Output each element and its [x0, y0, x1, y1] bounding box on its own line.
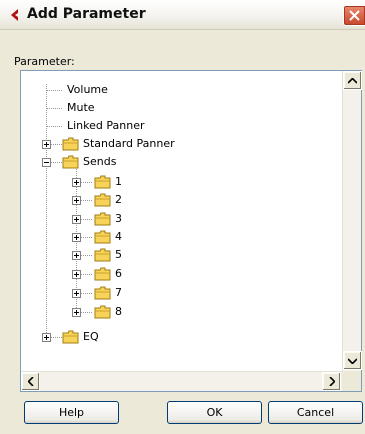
- tree-item-send-2[interactable]: 2: [21, 191, 342, 209]
- tree-item-linked-panner[interactable]: Linked Panner: [21, 117, 342, 135]
- arrow-right-icon: [329, 377, 335, 386]
- tree-item-volume[interactable]: Volume: [21, 81, 342, 99]
- tree-item-label: 4: [115, 230, 122, 243]
- folder-icon: [62, 330, 79, 344]
- tree-item-label: 6: [115, 267, 122, 280]
- folder-icon: [94, 193, 111, 207]
- tree-item-send-5[interactable]: 5: [21, 246, 342, 264]
- tree-item-label: Linked Panner: [67, 119, 145, 132]
- tree-item-label: 7: [115, 286, 122, 299]
- tree-item-label: 3: [115, 212, 122, 225]
- tree-item-label: Volume: [67, 83, 108, 96]
- tree-item-send-1[interactable]: 1: [21, 173, 342, 191]
- tree-item-send-8[interactable]: 8: [21, 303, 342, 321]
- scroll-up-button[interactable]: [343, 71, 362, 90]
- vertical-scrollbar[interactable]: [342, 71, 362, 371]
- folder-icon: [94, 230, 111, 244]
- close-button[interactable]: [343, 5, 365, 26]
- folder-open-icon: [62, 155, 79, 169]
- scroll-down-button[interactable]: [343, 351, 362, 370]
- folder-icon: [94, 248, 111, 262]
- tree-item-label: Mute: [67, 101, 95, 114]
- expand-toggle[interactable]: [72, 233, 81, 242]
- collapse-toggle[interactable]: [42, 158, 51, 167]
- expand-toggle[interactable]: [72, 178, 81, 187]
- folder-icon: [94, 305, 111, 319]
- folder-icon: [94, 175, 111, 189]
- tree-item-eq[interactable]: EQ: [21, 328, 342, 346]
- scrollbar-corner: [342, 371, 361, 391]
- help-button[interactable]: Help: [24, 401, 119, 424]
- tree-item-label: 2: [115, 193, 122, 206]
- app-icon: [11, 9, 18, 21]
- horizontal-scrollbar[interactable]: [21, 371, 342, 391]
- folder-icon: [94, 286, 111, 300]
- tree-item-send-3[interactable]: 3: [21, 210, 342, 228]
- folder-icon: [94, 212, 111, 226]
- expand-toggle[interactable]: [72, 251, 81, 260]
- folder-icon: [94, 267, 111, 281]
- expand-toggle[interactable]: [42, 140, 51, 149]
- scroll-right-button[interactable]: [322, 372, 341, 391]
- tree-item-label: 5: [115, 248, 122, 261]
- expand-toggle[interactable]: [72, 196, 81, 205]
- tree-item-send-4[interactable]: 4: [21, 228, 342, 246]
- tree-item-label: Sends: [83, 155, 117, 168]
- parameter-label: Parameter:: [14, 55, 75, 68]
- scroll-left-button[interactable]: [21, 372, 40, 391]
- expand-toggle[interactable]: [72, 215, 81, 224]
- window-title: Add Parameter: [27, 6, 146, 22]
- add-parameter-dialog: Add Parameter Parameter: Volume Mute Lin…: [0, 0, 365, 434]
- tree-item-label: 8: [115, 305, 122, 318]
- arrow-left-icon: [28, 377, 34, 386]
- tree-item-label: Standard Panner: [83, 137, 175, 150]
- tree-item-label: 1: [115, 175, 122, 188]
- title-bar[interactable]: Add Parameter: [0, 0, 365, 30]
- expand-toggle[interactable]: [72, 270, 81, 279]
- tree-item-mute[interactable]: Mute: [21, 99, 342, 117]
- folder-icon: [62, 137, 79, 151]
- tree-view[interactable]: Volume Mute Linked Panner Standard Panne…: [21, 71, 342, 371]
- arrow-down-icon: [348, 358, 357, 364]
- expand-toggle[interactable]: [72, 289, 81, 298]
- tree-item-standard-panner[interactable]: Standard Panner: [21, 135, 342, 153]
- cancel-button[interactable]: Cancel: [268, 401, 363, 424]
- tree-item-label: EQ: [83, 330, 99, 343]
- parameter-tree[interactable]: Volume Mute Linked Panner Standard Panne…: [20, 70, 362, 392]
- tree-item-send-6[interactable]: 6: [21, 265, 342, 283]
- arrow-up-icon: [348, 78, 357, 84]
- tree-item-send-7[interactable]: 7: [21, 284, 342, 302]
- expand-toggle[interactable]: [72, 308, 81, 317]
- tree-item-sends[interactable]: Sends: [21, 153, 342, 171]
- expand-toggle[interactable]: [42, 333, 51, 342]
- close-x-icon: [349, 10, 360, 21]
- ok-button[interactable]: OK: [167, 401, 262, 424]
